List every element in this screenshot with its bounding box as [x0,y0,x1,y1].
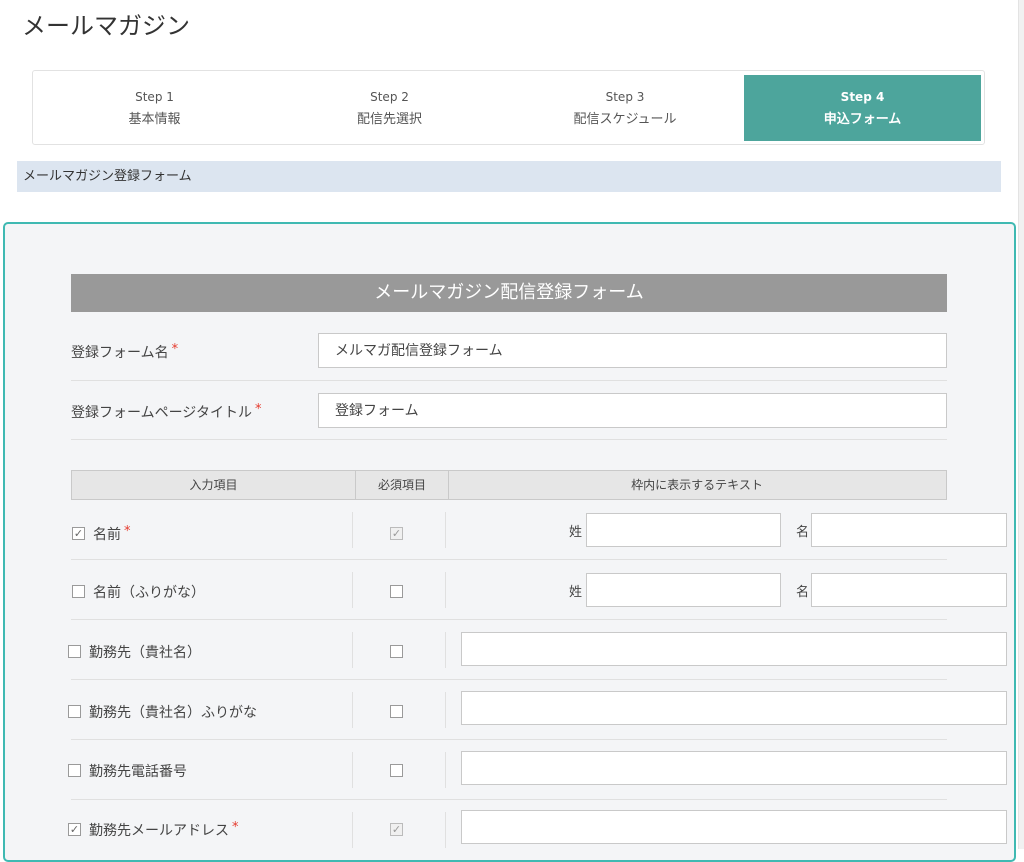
field-label-text: 勤務先メールアドレス [89,823,229,839]
divider [445,692,446,728]
company-kana-input[interactable] [461,691,1007,725]
field-label: 勤務先（貴社名）ふりがな [89,705,257,721]
field-label: 勤務先電話番号 [89,764,187,780]
last-name-kana-input[interactable] [586,573,781,607]
form-name-label: 登録フォーム名 * [71,342,178,362]
first-name-input[interactable] [811,513,1007,547]
step-2[interactable]: Step 2 配信先選択 [272,75,507,141]
page-title: メールマガジン [22,12,190,40]
divider [352,812,353,848]
divider [352,692,353,728]
required-mark: * [171,342,179,357]
divider [445,812,446,848]
last-name-label: 姓 [569,525,583,540]
required-checkbox[interactable] [390,705,403,718]
divider [445,752,446,788]
page-scrollbar[interactable] [1018,0,1024,849]
field-enable-checkbox[interactable] [72,585,85,598]
field-enable-checkbox[interactable]: ✓ [68,823,81,836]
field-label-text: 名前 [93,527,121,543]
step-3[interactable]: Step 3 配信スケジュール [507,75,743,141]
divider [352,512,353,548]
section-heading: メールマガジン登録フォーム [17,161,1001,192]
form-name-input[interactable]: メルマガ配信登録フォーム [318,333,947,368]
required-checkbox[interactable] [390,645,403,658]
step-3-label: 配信スケジュール [573,112,677,127]
step-2-number: Step 2 [370,90,409,104]
last-name-input[interactable] [586,513,781,547]
page-title-label-text: 登録フォームページタイトル [71,405,253,421]
field-label: 名前 * [93,524,131,544]
required-checkbox[interactable] [390,764,403,777]
step-1[interactable]: Step 1 基本情報 [37,75,272,141]
col-input-items: 入力項目 [189,478,238,492]
first-name-kana-input[interactable] [811,573,1007,607]
divider [352,752,353,788]
first-name-label: 名 [796,525,810,540]
company-email-input[interactable] [461,810,1007,844]
fields-table-header: 入力項目 必須項目 枠内に表示するテキスト [71,470,947,500]
step-1-number: Step 1 [135,90,174,104]
step-1-label: 基本情報 [128,112,181,127]
divider [71,380,947,381]
required-checkbox[interactable]: ✓ [390,527,403,540]
field-enable-checkbox[interactable] [68,645,81,658]
required-checkbox[interactable] [390,585,403,598]
col-required: 必須項目 [355,471,449,499]
table-row: ✓ 名前 * ✓ 姓 名 [68,500,1018,560]
field-label: 勤務先（貴社名） [89,645,201,661]
company-input[interactable] [461,632,1007,666]
field-enable-checkbox[interactable] [68,705,81,718]
divider [71,439,947,440]
divider [445,632,446,668]
divider [445,512,446,548]
required-mark: * [255,402,262,417]
field-label: 勤務先メールアドレス * [89,820,239,840]
step-indicator: Step 1 基本情報 Step 2 配信先選択 Step 3 配信スケジュール… [32,70,985,145]
page-title-label: 登録フォームページタイトル * [71,402,262,422]
required-mark: * [124,524,131,539]
step-3-number: Step 3 [605,90,645,104]
table-row: ✓ 勤務先メールアドレス * ✓ [68,800,1018,860]
step-4-label: 申込フォーム [823,112,902,127]
required-mark: * [232,820,239,835]
field-enable-checkbox[interactable]: ✓ [72,527,85,540]
divider [352,632,353,668]
step-4-number: Step 4 [840,90,885,104]
divider [352,572,353,608]
col-placeholder-text: 枠内に表示するテキスト [631,478,763,492]
last-name-label: 姓 [569,585,583,600]
table-row: 勤務先（貴社名）ふりがな [68,680,1018,740]
first-name-label: 名 [796,585,810,600]
form-header: メールマガジン配信登録フォーム [71,274,947,312]
table-row: 勤務先電話番号 [68,740,1018,800]
field-label: 名前（ふりがな） [93,585,205,601]
company-phone-input[interactable] [461,751,1007,785]
step-4-active[interactable]: Step 4 申込フォーム [744,75,981,141]
required-checkbox[interactable]: ✓ [390,823,403,836]
table-row: 勤務先（貴社名） [68,620,1018,680]
field-enable-checkbox[interactable] [68,764,81,777]
divider [445,572,446,608]
step-2-label: 配信先選択 [356,112,422,127]
form-name-label-text: 登録フォーム名 [71,345,169,361]
page-title-input[interactable]: 登録フォーム [318,393,947,428]
table-row: 名前（ふりがな） 姓 名 [68,560,1018,620]
